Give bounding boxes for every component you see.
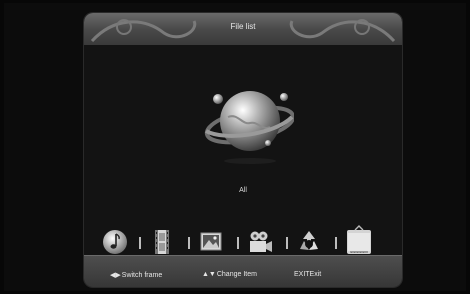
switch-frame-hint: ◀▶ Switch frame (110, 271, 163, 280)
selected-category-label: All (239, 187, 247, 194)
dialog-footer: ◀▶ Switch frame ▲▼ Change Item EXITExit (84, 255, 402, 287)
category-separator (286, 237, 288, 249)
recycle-arrows-icon[interactable] (296, 227, 322, 257)
category-separator (237, 237, 239, 249)
dialog-title: File list (230, 22, 256, 31)
change-item-hint: ▲▼ Change Item (202, 271, 257, 278)
dialog-header: File list (84, 13, 402, 45)
up-down-arrows-icon: ▲▼ (202, 271, 216, 278)
tv-screen: File list All ◀▶ Switch frame ▲▼ Change … (4, 3, 466, 291)
category-separator (139, 237, 141, 249)
left-right-arrows-icon: ◀▶ (110, 272, 121, 279)
film-strip-icon[interactable] (149, 227, 175, 257)
category-separator (188, 237, 190, 249)
exit-label: EXITExit (294, 271, 322, 278)
music-note-icon[interactable] (102, 227, 128, 257)
change-item-label: Change Item (216, 271, 257, 278)
exit-hint: EXITExit (294, 271, 321, 278)
globe-icon (204, 91, 294, 164)
category-separator (335, 237, 337, 249)
tv-folder-icon[interactable] (345, 225, 373, 257)
video-camera-icon[interactable] (247, 227, 273, 257)
switch-frame-label: Switch frame (121, 271, 163, 279)
picture-icon[interactable] (198, 227, 224, 257)
dialog-body: All (84, 45, 402, 255)
file-list-dialog: File list All ◀▶ Switch frame ▲▼ Change … (84, 13, 402, 287)
